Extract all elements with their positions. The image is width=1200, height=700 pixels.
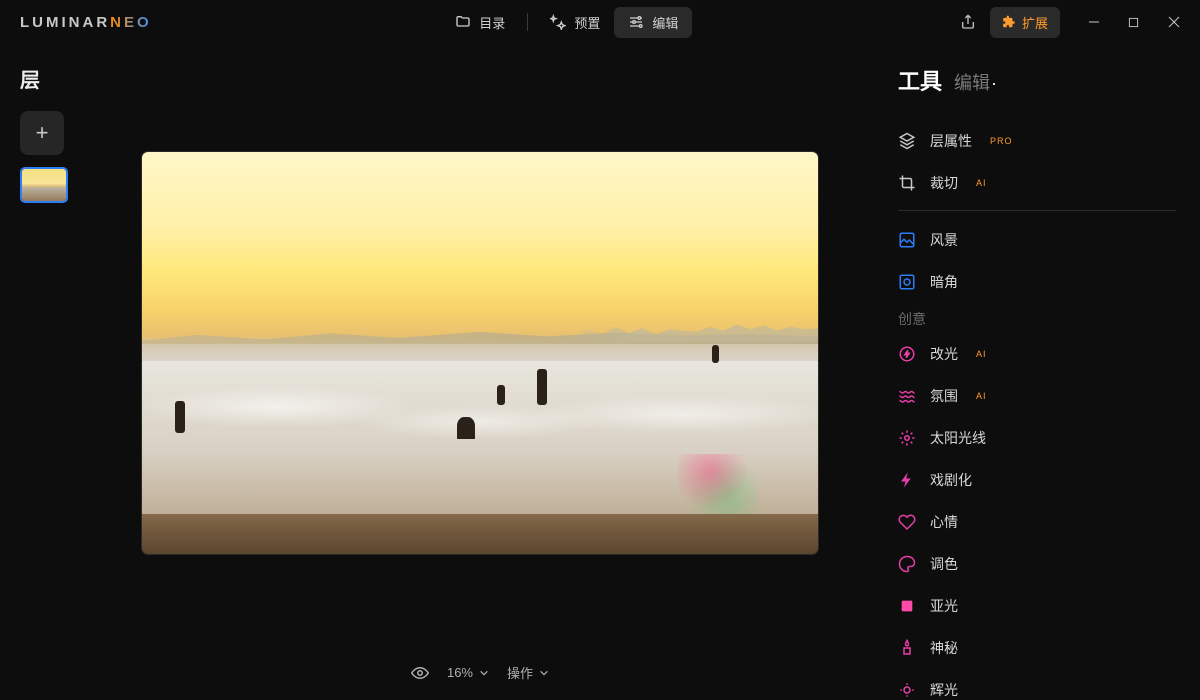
heart-icon [898,513,916,531]
right-tabs: 工具 编辑· [898,64,1176,96]
tool-vignette[interactable]: 暗角 [898,261,1176,303]
puzzle-icon [1002,15,1016,29]
add-layer-button[interactable]: + [20,111,64,155]
eye-icon [411,664,429,682]
tool-crop[interactable]: 裁切 AI [898,162,1176,204]
palette-icon [898,555,916,573]
ai-badge: AI [976,178,987,188]
square-icon [898,597,916,615]
nav-catalog[interactable]: 目录 [441,7,519,38]
tool-dramatic[interactable]: 戏剧化 [898,459,1176,501]
layers-panel: 层 + [0,44,90,700]
ai-badge: AI [976,349,987,359]
extensions-button[interactable]: 扩展 [990,7,1060,38]
vignette-icon [898,273,916,291]
window-controls [1076,8,1192,36]
bolt-icon [898,471,916,489]
tab-tools[interactable]: 工具 [898,64,942,96]
crop-icon [898,174,916,192]
tool-glow[interactable]: 辉光 [898,669,1176,700]
zoom-dropdown[interactable]: 16% [447,665,489,680]
waves-icon [898,387,916,405]
tool-sunrays[interactable]: 太阳光线 [898,417,1176,459]
tool-landscape[interactable]: 风景 [898,219,1176,261]
thumbnail-image [22,169,66,201]
nav-edit[interactable]: 编辑 [614,7,692,38]
sliders-icon [628,14,644,30]
glow-icon [898,681,916,699]
tool-atmosphere[interactable]: 氛围 AI [898,375,1176,417]
tab-edit[interactable]: 编辑· [954,69,997,95]
photo-content [142,152,818,554]
flash-icon [898,345,916,363]
pro-badge: PRO [990,136,1013,146]
sun-icon [898,429,916,447]
maximize-button[interactable] [1116,8,1152,36]
nav-presets[interactable]: 预置 [536,7,614,38]
plus-icon: + [36,120,49,146]
visibility-toggle[interactable] [411,664,429,682]
app-logo: LUMINAR NEO [20,14,152,31]
tool-mystical[interactable]: 神秘 [898,627,1176,669]
minimize-button[interactable] [1076,8,1112,36]
candle-icon [898,639,916,657]
share-button[interactable] [952,8,984,36]
layers-icon [898,132,916,150]
landscape-icon [898,231,916,249]
tool-mood[interactable]: 心情 [898,501,1176,543]
tool-toning[interactable]: 调色 [898,543,1176,585]
operations-dropdown[interactable]: 操作 [507,663,549,682]
ai-badge: AI [976,391,987,401]
chevron-down-icon [539,668,549,678]
section-creative: 创意 [898,309,1176,329]
close-button[interactable] [1156,8,1192,36]
separator [898,210,1176,211]
top-nav: 目录 预置 编辑 [441,7,692,38]
canvas-area: 16% 操作 [90,44,870,700]
tools-panel: 工具 编辑· 层属性 PRO 裁切 AI 风景 [870,44,1200,700]
titlebar-right: 扩展 [952,7,1192,38]
canvas-footer: 16% 操作 [90,663,870,682]
sparkle-icon [550,14,566,30]
tool-layer-properties[interactable]: 层属性 PRO [898,120,1176,162]
separator [527,13,528,31]
layers-title: 层 [20,64,72,93]
folder-icon [455,14,471,30]
main-area: 层 + [0,44,1200,700]
title-bar: LUMINAR NEO 目录 预置 编辑 [0,0,1200,44]
image-canvas[interactable] [142,152,818,554]
tool-matte[interactable]: 亚光 [898,585,1176,627]
layer-thumbnail[interactable] [20,167,68,203]
share-icon [960,14,976,30]
chevron-down-icon [479,668,489,678]
tool-relight[interactable]: 改光 AI [898,333,1176,375]
